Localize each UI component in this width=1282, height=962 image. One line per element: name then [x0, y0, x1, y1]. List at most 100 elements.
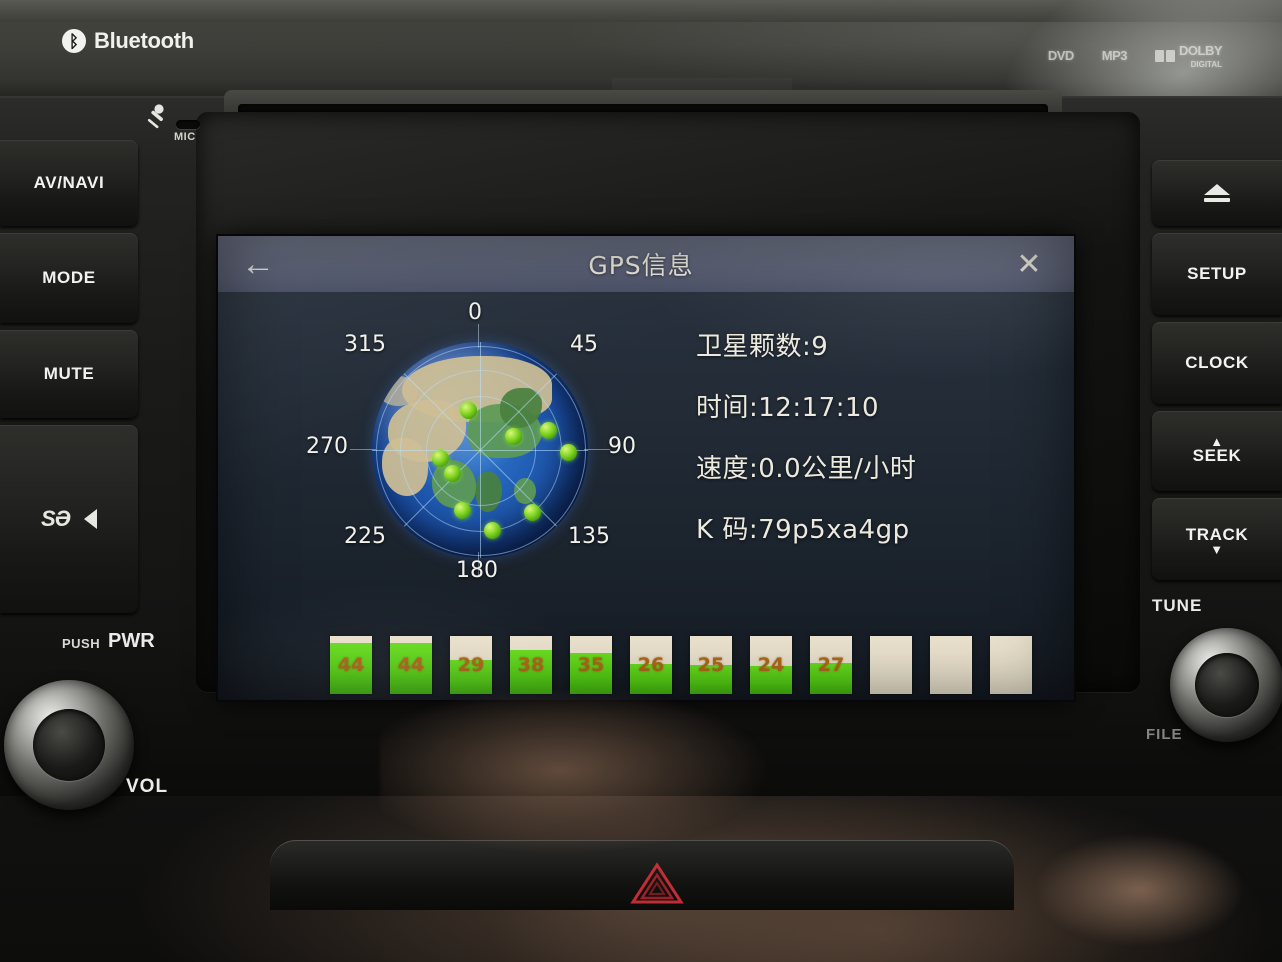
hazard-lights-button[interactable]	[630, 860, 684, 906]
snr-bar-cell	[990, 636, 1032, 700]
vol-label: VOL	[126, 776, 169, 797]
close-icon[interactable]: ✕	[984, 247, 1074, 282]
snr-bar-cell: 445	[330, 636, 372, 700]
mode-label: MODE	[42, 268, 96, 287]
bluetooth-logo: ᛒ Bluetooth	[62, 28, 194, 54]
tune-file-knob[interactable]	[1170, 628, 1282, 742]
satellite-marker	[432, 450, 449, 467]
bearing-label-45: 45	[570, 332, 598, 357]
mp3-logo: MP3	[1101, 48, 1128, 63]
seek-label: SEEK	[1192, 445, 1242, 465]
chevron-up-icon: ▲	[1210, 433, 1224, 449]
dolby-sub-label: DIGITAL	[1190, 60, 1222, 69]
push-label: PUSH	[62, 636, 101, 651]
satellite-snr-chart: 4454422913382035292625251224627159	[330, 636, 1032, 700]
snr-bar-cell: 442	[390, 636, 432, 700]
snr-bar-track	[990, 636, 1032, 694]
satellite-marker	[505, 428, 522, 445]
speed-line: 速度:0.0公里/小时	[696, 454, 917, 484]
satellite-marker	[524, 504, 541, 521]
kcode-line: K 码:79p5xa4gp	[696, 515, 910, 545]
bearing-label-315: 315	[344, 332, 386, 357]
gps-content: 0 45 90 135 180 225 270 315 卫星颗数:9 时间:12…	[218, 292, 1074, 700]
dolby-logo: DOLBY DIGITAL	[1155, 42, 1223, 69]
page-title: GPS信息	[588, 251, 694, 280]
setup-button[interactable]: SETUP	[1152, 233, 1282, 315]
screen-title-bar: ← GPS信息 ✕	[218, 236, 1074, 292]
setup-label: SETUP	[1187, 264, 1247, 283]
snr-bar-track	[930, 636, 972, 694]
time-line: 时间:12:17:10	[696, 393, 880, 423]
satellite-marker	[540, 422, 557, 439]
satellite-marker	[560, 444, 577, 461]
snr-bar-cell: 2625	[630, 636, 672, 700]
mute-label: MUTE	[43, 364, 95, 383]
clock-button[interactable]: CLOCK	[1152, 322, 1282, 404]
bluetooth-icon: ᛒ	[62, 29, 86, 53]
right-button-column: SETUP CLOCK ▲ SEEK TRACK ▼	[1152, 160, 1282, 587]
snr-bar-track: 44	[330, 636, 372, 694]
dvd-logo: DVD	[1047, 48, 1074, 63]
av-navi-button[interactable]: AV/NAVI	[0, 140, 138, 226]
snr-bar-track: 25	[690, 636, 732, 694]
bearing-label-135: 135	[568, 524, 610, 549]
snr-value-label: 29	[457, 654, 485, 676]
pwr-label: PWR	[108, 630, 155, 652]
microphone-hole	[176, 120, 200, 129]
microphone-area: MIC	[136, 104, 206, 148]
eject-icon	[1204, 184, 1230, 195]
snr-bar-track: 26	[630, 636, 672, 694]
snr-value-label: 38	[517, 654, 545, 676]
mute-button[interactable]: MUTE	[0, 330, 138, 418]
satellite-marker	[454, 502, 471, 519]
snr-value-label: 26	[637, 654, 665, 676]
snr-bar-track: 38	[510, 636, 552, 694]
bearing-label-225: 225	[344, 524, 386, 549]
satellite-marker	[484, 522, 501, 539]
format-logos: DVD MP3 DOLBY DIGITAL	[1047, 42, 1223, 69]
satellite-sky-compass: 0 45 90 135 180 225 270 315	[306, 300, 636, 596]
snr-bar-track	[870, 636, 912, 694]
snr-bar-cell: 2913	[450, 636, 492, 700]
snr-bar-cell: 246	[750, 636, 792, 700]
satellite-marker	[460, 402, 477, 419]
globe-graphic	[372, 342, 588, 558]
snr-bar-track: 44	[390, 636, 432, 694]
snr-value-label: 25	[697, 654, 725, 676]
volume-power-knob[interactable]	[4, 680, 134, 810]
snr-bar-track: 24	[750, 636, 792, 694]
snr-bar-cell: 2715	[810, 636, 852, 700]
sd-card-icon: SƏ	[40, 506, 71, 531]
sd-card-slot[interactable]: SƏ	[0, 425, 138, 613]
av-navi-label: AV/NAVI	[33, 173, 105, 192]
snr-bar-track: 35	[570, 636, 612, 694]
chevron-down-icon: ▼	[1210, 541, 1224, 557]
microphone-icon	[147, 104, 164, 129]
tune-label: TUNE	[1152, 596, 1203, 615]
eject-left-icon	[84, 509, 98, 529]
snr-value-label: 44	[397, 654, 425, 676]
dolby-double-d-icon	[1155, 49, 1175, 62]
bearing-label-90: 90	[608, 434, 636, 459]
snr-value-label: 27	[817, 654, 845, 676]
snr-value-label: 44	[337, 654, 365, 676]
seek-button[interactable]: ▲ SEEK	[1152, 411, 1282, 491]
lcd-screen: ← GPS信息 ✕ 0 45 90 135 180 225 270 315 卫星…	[218, 236, 1074, 700]
back-arrow-icon[interactable]: ←	[218, 247, 298, 281]
screenshot-root: ᛒ Bluetooth DVD MP3 DOLBY DIGITAL DISC-I…	[0, 0, 1282, 962]
snr-bar-track: 29	[450, 636, 492, 694]
track-button[interactable]: TRACK ▼	[1152, 498, 1282, 580]
bearing-label-180: 180	[456, 558, 498, 583]
bluetooth-label: Bluetooth	[94, 28, 194, 53]
dolby-label: DOLBY	[1179, 43, 1223, 58]
mode-button[interactable]: MODE	[0, 233, 138, 323]
snr-bar-cell: 9	[870, 636, 912, 700]
snr-bar-track: 27	[810, 636, 852, 694]
snr-bar-cell	[930, 636, 972, 700]
eject-button[interactable]	[1152, 160, 1282, 226]
gps-info-panel: 卫星颗数:9 时间:12:17:10 速度:0.0公里/小时 K 码:79p5x…	[696, 326, 1056, 570]
bearing-label-270: 270	[306, 434, 348, 459]
clock-label: CLOCK	[1185, 353, 1249, 372]
satellite-marker	[444, 465, 461, 482]
mic-label: MIC	[174, 131, 196, 143]
